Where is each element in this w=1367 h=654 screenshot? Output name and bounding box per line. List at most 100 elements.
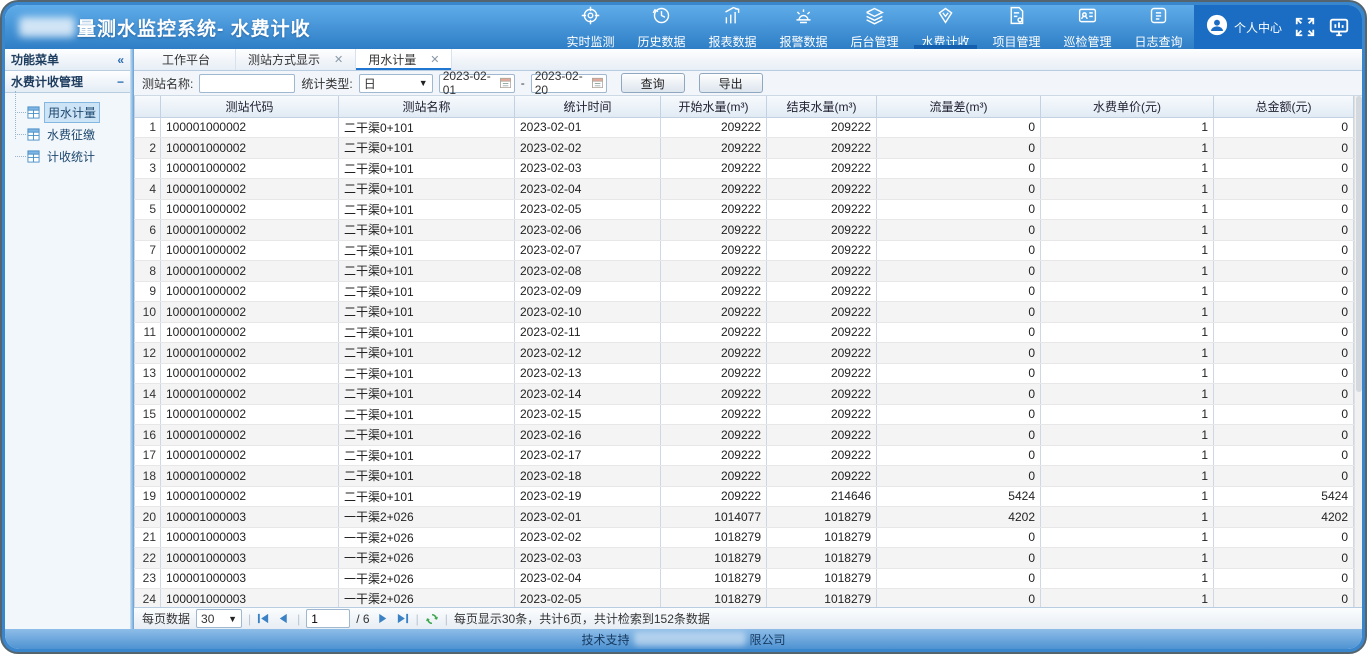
user-center-button[interactable]: 个人中心 (1206, 14, 1282, 41)
col-start-volume[interactable]: 开始水量(m³) (661, 96, 767, 117)
cell-station-name: 二干渠0+101 (339, 343, 515, 364)
table-row[interactable]: 23 100001000003 一干渠2+026 2023-02-04 1018… (135, 568, 1354, 589)
table-row[interactable]: 4 100001000002 二干渠0+101 2023-02-04 20922… (135, 179, 1354, 200)
nav-item-inspection[interactable]: 巡检管理 (1052, 5, 1123, 49)
tab-water-metering[interactable]: 用水计量 ✕ (356, 49, 452, 70)
first-page-button[interactable] (257, 612, 271, 626)
row-number: 12 (135, 343, 161, 364)
calendar-icon[interactable] (500, 77, 511, 89)
cell-start-volume: 209222 (661, 220, 767, 241)
cell-flow-diff: 0 (877, 138, 1041, 159)
table-row[interactable]: 15 100001000002 二干渠0+101 2023-02-15 2092… (135, 404, 1354, 425)
nav-item-waterfee[interactable]: 水费计收 (910, 5, 981, 49)
cell-total-amount: 0 (1214, 527, 1354, 548)
nav-item-reports[interactable]: 报表数据 (697, 5, 768, 49)
sidebar-item-collection-stats[interactable]: 计收统计 (15, 145, 126, 167)
stat-type-select[interactable]: 日 ▼ (359, 74, 433, 93)
user-area: 个人中心 (1194, 5, 1362, 49)
vertical-scrollbar[interactable] (1354, 96, 1362, 607)
date-from-value: 2023-02-01 (443, 69, 500, 97)
col-station-name[interactable]: 测站名称 (339, 96, 515, 117)
table-row[interactable]: 2 100001000002 二干渠0+101 2023-02-02 20922… (135, 138, 1354, 159)
table-row[interactable]: 17 100001000002 二干渠0+101 2023-02-17 2092… (135, 445, 1354, 466)
cell-total-amount: 0 (1214, 548, 1354, 569)
tab-station-display[interactable]: 测站方式显示 ✕ (236, 49, 356, 70)
cell-flow-diff: 0 (877, 261, 1041, 282)
table-row[interactable]: 21 100001000003 一干渠2+026 2023-02-02 1018… (135, 527, 1354, 548)
nav-item-realtime[interactable]: 实时监测 (555, 5, 626, 49)
table-row[interactable]: 22 100001000003 一干渠2+026 2023-02-03 1018… (135, 548, 1354, 569)
nav-item-projects[interactable]: 项目管理 (981, 5, 1052, 49)
row-number: 1 (135, 117, 161, 138)
next-page-button[interactable] (376, 612, 390, 626)
nav-item-logs[interactable]: 日志查询 (1123, 5, 1194, 49)
prev-page-button[interactable] (277, 612, 291, 626)
table-row[interactable]: 14 100001000002 二干渠0+101 2023-02-14 2092… (135, 384, 1354, 405)
cell-station-name: 二干渠0+101 (339, 404, 515, 425)
sidebar-group-header[interactable]: 水费计收管理 − (5, 71, 130, 93)
col-unit-price[interactable]: 水费单价(元) (1041, 96, 1214, 117)
nav-item-backend[interactable]: 后台管理 (839, 5, 910, 49)
station-name-input[interactable] (199, 74, 295, 93)
cell-total-amount: 0 (1214, 281, 1354, 302)
cell-unit-price: 1 (1041, 404, 1214, 425)
row-number: 11 (135, 322, 161, 343)
table-row[interactable]: 6 100001000002 二干渠0+101 2023-02-06 20922… (135, 220, 1354, 241)
dashboard-screen-button[interactable] (1328, 16, 1350, 38)
col-end-volume[interactable]: 结束水量(m³) (767, 96, 877, 117)
table-row[interactable]: 13 100001000002 二干渠0+101 2023-02-13 2092… (135, 363, 1354, 384)
sidebar-collapse-icon[interactable]: « (117, 53, 124, 67)
last-page-button[interactable] (396, 612, 410, 626)
refresh-button[interactable] (425, 612, 439, 626)
calendar-icon[interactable] (592, 77, 603, 89)
cell-flow-diff: 0 (877, 117, 1041, 138)
table-row[interactable]: 16 100001000002 二干渠0+101 2023-02-16 2092… (135, 425, 1354, 446)
nav-item-history[interactable]: 历史数据 (626, 5, 697, 49)
table-row[interactable]: 1 100001000002 二干渠0+101 2023-02-01 20922… (135, 117, 1354, 138)
tab-workbench[interactable]: 工作平台 (150, 49, 236, 70)
table-row[interactable]: 10 100001000002 二干渠0+101 2023-02-10 2092… (135, 302, 1354, 323)
cell-end-volume: 209222 (767, 343, 877, 364)
cell-total-amount: 0 (1214, 322, 1354, 343)
table-row[interactable]: 9 100001000002 二干渠0+101 2023-02-09 20922… (135, 281, 1354, 302)
table-row[interactable]: 7 100001000002 二干渠0+101 2023-02-07 20922… (135, 240, 1354, 261)
table-row[interactable]: 24 100001000003 一干渠2+026 2023-02-05 1018… (135, 589, 1354, 608)
page-number-input[interactable] (306, 609, 350, 628)
scrollbar-thumb[interactable] (1356, 96, 1362, 392)
cell-stat-time: 2023-02-06 (515, 220, 661, 241)
chevron-down-icon: ▼ (228, 614, 237, 624)
cell-unit-price: 1 (1041, 261, 1214, 282)
cell-stat-time: 2023-02-12 (515, 343, 661, 364)
cell-stat-time: 2023-02-18 (515, 466, 661, 487)
table-row[interactable]: 5 100001000002 二干渠0+101 2023-02-05 20922… (135, 199, 1354, 220)
cell-end-volume: 209222 (767, 466, 877, 487)
table-row[interactable]: 12 100001000002 二干渠0+101 2023-02-12 2092… (135, 343, 1354, 364)
group-collapse-icon[interactable]: − (117, 75, 124, 89)
col-station-code[interactable]: 测站代码 (161, 96, 339, 117)
col-flow-diff[interactable]: 流量差(m³) (877, 96, 1041, 117)
col-total-amount[interactable]: 总金额(元) (1214, 96, 1354, 117)
table-row[interactable]: 19 100001000002 二干渠0+101 2023-02-19 2092… (135, 486, 1354, 507)
per-page-select[interactable]: 30 ▼ (196, 609, 242, 628)
cell-stat-time: 2023-02-05 (515, 199, 661, 220)
export-button[interactable]: 导出 (699, 73, 763, 93)
date-to-input[interactable]: 2023-02-20 (531, 74, 607, 93)
table-row[interactable]: 20 100001000003 一干渠2+026 2023-02-01 1014… (135, 507, 1354, 528)
query-button[interactable]: 查询 (621, 73, 685, 93)
close-icon[interactable]: ✕ (334, 53, 343, 66)
nav-label: 报表数据 (708, 33, 756, 50)
sidebar-item-fee-collection[interactable]: 水费征缴 (15, 123, 126, 145)
nav-item-alarms[interactable]: 报警数据 (768, 5, 839, 49)
table-row[interactable]: 11 100001000002 二干渠0+101 2023-02-11 2092… (135, 322, 1354, 343)
sidebar-item-water-metering[interactable]: 用水计量 (15, 101, 126, 123)
table-row[interactable]: 8 100001000002 二干渠0+101 2023-02-08 20922… (135, 261, 1354, 282)
col-stat-time[interactable]: 统计时间 (515, 96, 661, 117)
cell-station-code: 100001000002 (161, 322, 339, 343)
table-row[interactable]: 3 100001000002 二干渠0+101 2023-02-03 20922… (135, 158, 1354, 179)
table-row[interactable]: 18 100001000002 二干渠0+101 2023-02-18 2092… (135, 466, 1354, 487)
fullscreen-button[interactable] (1294, 16, 1316, 38)
date-from-input[interactable]: 2023-02-01 (439, 74, 515, 93)
close-icon[interactable]: ✕ (430, 53, 439, 66)
cell-end-volume: 209222 (767, 138, 877, 159)
support-suffix: 限公司 (750, 631, 786, 648)
